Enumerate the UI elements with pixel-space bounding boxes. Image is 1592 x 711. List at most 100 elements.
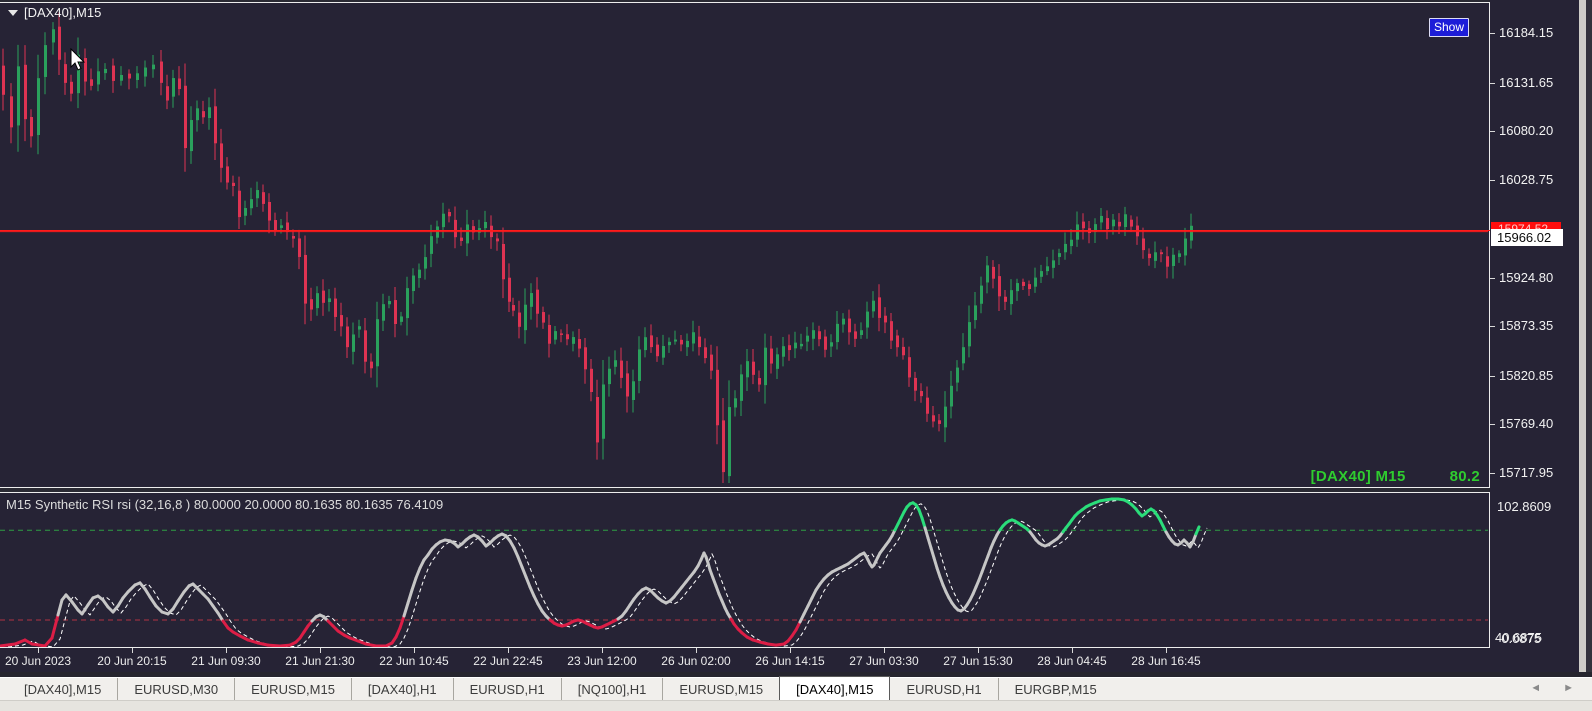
time-axis-tick <box>884 648 885 653</box>
price-axis-tick <box>1490 179 1495 181</box>
candle-body <box>704 347 707 359</box>
candle-body <box>536 289 539 314</box>
candle-body <box>226 166 229 183</box>
show-button[interactable]: Show <box>1429 18 1469 37</box>
candle-body <box>448 212 451 217</box>
candle-body <box>37 78 40 136</box>
candle-body <box>968 322 971 347</box>
candle-body <box>1004 296 1007 302</box>
time-axis-tick <box>508 648 509 653</box>
candle-body <box>638 349 641 381</box>
chart-tab-bar: [DAX40],M15 EURUSD,M30 EURUSD,M15 [DAX40],H… <box>0 676 1592 700</box>
candle-body <box>120 75 123 81</box>
candle-body <box>620 360 623 378</box>
badge-symbol: [DAX40] M15 <box>1310 468 1406 485</box>
chart-tab-eurusd-m30-1[interactable]: EURUSD,M30 <box>117 678 234 700</box>
time-axis-label: 28 Jun 16:45 <box>1131 654 1201 668</box>
tabbar-bottom-strip <box>0 700 1592 711</box>
candle-body <box>97 71 100 85</box>
rsi-main-line-segment <box>30 642 47 648</box>
candle-body <box>152 64 155 70</box>
candle-body <box>346 326 349 348</box>
candle-body <box>58 26 61 60</box>
price-axis-label: 16184.15 <box>1499 25 1554 40</box>
chart-tab-eurusd-m15-2[interactable]: EURUSD,M15 <box>234 678 351 700</box>
candle-body <box>566 334 569 340</box>
candle-body <box>746 361 749 378</box>
candle-body <box>1130 219 1133 227</box>
candle-body <box>484 221 487 229</box>
chart-tab--nq100-h1-5[interactable]: [NQ100],H1 <box>560 678 663 700</box>
chart-tab-eurusd-m15-6[interactable]: EURUSD,M15 <box>662 678 779 700</box>
price-axis-tick <box>1490 472 1495 474</box>
candle-body <box>908 357 911 378</box>
rsi-axis-bottom-label: -0.0875 <box>1497 631 1542 646</box>
time-axis-tick <box>226 648 227 653</box>
candlestick-chart[interactable] <box>0 3 1488 487</box>
price-axis-label: 15873.35 <box>1499 318 1554 334</box>
tab-scroll-left-icon[interactable]: ◄ <box>1530 682 1541 694</box>
chart-tab--dax40-m15-0[interactable]: [DAX40],M15 <box>8 678 117 700</box>
time-axis-label: 26 Jun 02:00 <box>661 654 731 668</box>
candle-body <box>692 332 695 344</box>
chart-tab--dax40-h1-3[interactable]: [DAX40],H1 <box>350 678 453 700</box>
price-axis-panel <box>1490 0 1579 672</box>
rsi-main-line-segment <box>50 613 60 640</box>
candle-body <box>602 384 605 439</box>
candle-body <box>262 192 265 204</box>
candle-body <box>292 236 295 239</box>
candle-body <box>382 304 385 321</box>
rsi-main-line-segment <box>398 614 406 630</box>
triangle-down-icon <box>8 9 18 16</box>
candle-body <box>788 345 791 351</box>
candle-body <box>334 298 337 317</box>
candle-body <box>572 337 575 344</box>
candle-body <box>202 111 205 118</box>
candle-body <box>560 333 563 335</box>
chart-tab-eurgbp-m15-9[interactable]: EURGBP,M15 <box>997 678 1113 700</box>
time-axis-label: 20 Jun 20:15 <box>97 654 167 668</box>
rsi-main-line-segment <box>13 638 27 646</box>
rsi-main-line-segment <box>520 565 528 579</box>
candlestick-chart-window[interactable] <box>0 2 1490 488</box>
chart-tab--dax40-m15-7[interactable]: [DAX40],M15 <box>779 676 891 700</box>
price-axis-label: 15924.80 <box>1499 269 1554 285</box>
candle-body <box>824 336 827 350</box>
candle-body <box>584 347 587 370</box>
rsi-main-line-segment <box>176 590 186 603</box>
price-axis-tick <box>1490 277 1495 279</box>
rsi-main-line-segment <box>402 601 410 618</box>
chart-tab-eurusd-h1-8[interactable]: EURUSD,H1 <box>890 678 997 700</box>
candle-body <box>1034 277 1037 287</box>
candle-body <box>914 377 917 391</box>
rsi-main-line-segment <box>70 600 80 612</box>
candle-body <box>424 257 427 269</box>
time-axis-label: 28 Jun 04:45 <box>1037 654 1107 668</box>
candle-body <box>496 238 499 242</box>
candle-body <box>710 354 713 371</box>
candle-body <box>1124 214 1127 228</box>
price-axis-label: 15820.85 <box>1499 367 1554 383</box>
rsi-chart[interactable] <box>0 493 1488 648</box>
rsi-indicator-window[interactable] <box>0 492 1490 648</box>
price-axis-tick <box>1490 131 1495 133</box>
time-axis-label: 27 Jun 03:30 <box>849 654 919 668</box>
candle-body <box>1058 253 1061 257</box>
candle-body <box>178 78 181 90</box>
time-axis-tick <box>132 648 133 653</box>
candle-body <box>232 182 235 187</box>
price-axis-tick <box>1490 375 1495 377</box>
candle-body <box>316 293 319 309</box>
candle-body <box>340 315 343 327</box>
chart-tab-eurusd-h1-4[interactable]: EURUSD,H1 <box>452 678 561 700</box>
rsi-main-line-segment <box>56 598 64 617</box>
time-axis-label: 22 Jun 22:45 <box>473 654 543 668</box>
time-axis-label: 22 Jun 10:45 <box>379 654 449 668</box>
candle-body <box>184 85 187 149</box>
candle-body <box>698 336 701 348</box>
tab-scroll-right-icon[interactable]: ► <box>1563 682 1574 694</box>
candle-body <box>884 315 887 323</box>
candle-body <box>406 288 409 319</box>
rsi-main-line-segment <box>266 643 282 648</box>
candle-body <box>728 407 731 477</box>
